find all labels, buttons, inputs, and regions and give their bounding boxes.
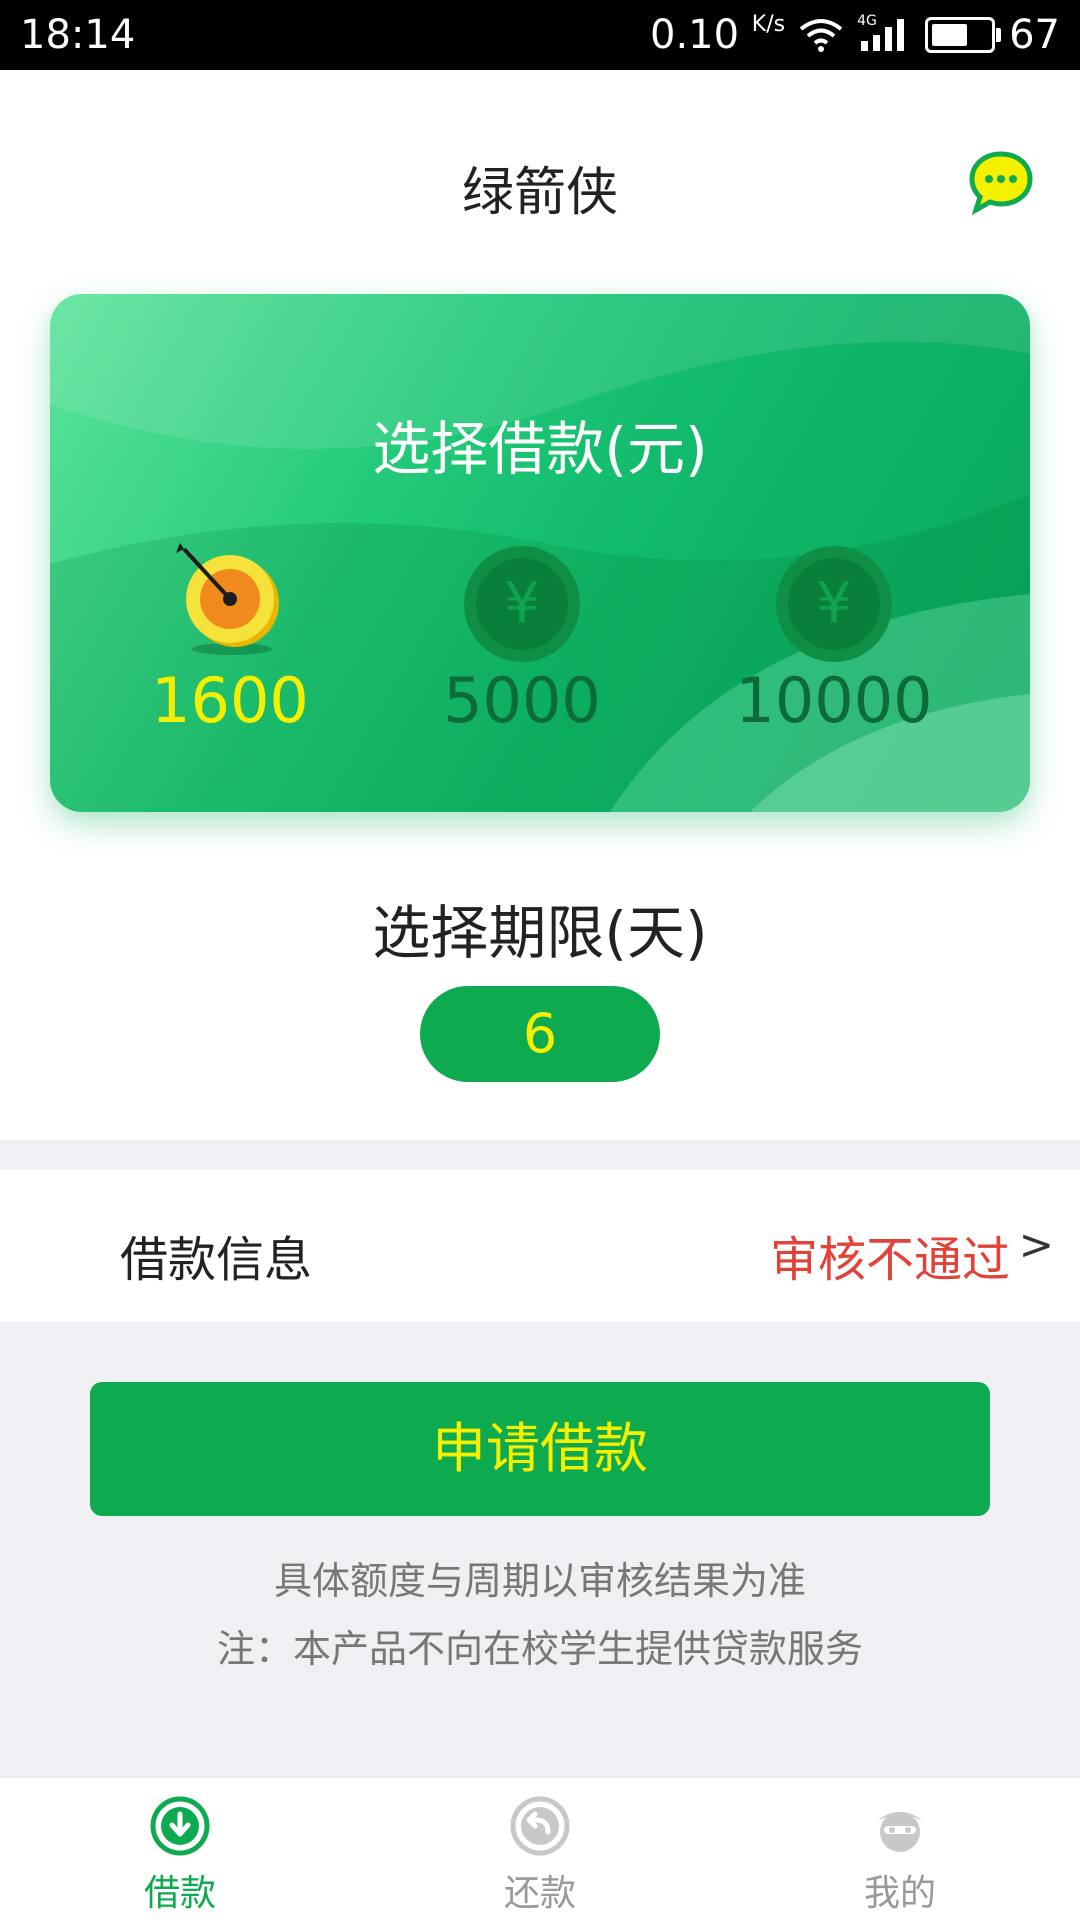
tab-mine-label: 我的: [863, 1873, 936, 1914]
chevron-right-icon: >: [1018, 1220, 1054, 1269]
select-amount-title: 选择借款(元): [372, 415, 708, 483]
return-circle-icon: [510, 1796, 570, 1856]
yuan-symbol: ¥: [816, 571, 852, 636]
disclaimer-note: 具体额度与周期以审核结果为准: [273, 1559, 806, 1603]
target-arrow-icon[interactable]: [170, 539, 290, 659]
cell-signal-icon: 4G: [857, 13, 911, 53]
loan-amount-card: 选择借款(元) 1600 ¥ 5000 ¥ 10000: [50, 294, 1030, 812]
review-status: 审核不通过: [769, 1232, 1010, 1288]
student-note: 注：本产品不向在校学生提供贷款服务: [216, 1627, 863, 1671]
amount-option-10000[interactable]: 10000: [714, 664, 954, 737]
tab-repay[interactable]: 还款: [440, 1778, 640, 1922]
tab-borrow-label: 借款: [143, 1873, 216, 1914]
bottom-tab-bar: 借款 还款 我的: [0, 1776, 1080, 1922]
network-speed: 0.10 K/s: [650, 12, 785, 58]
wifi-icon: [799, 19, 843, 52]
loan-info-label: 借款信息: [120, 1232, 313, 1288]
tab-borrow[interactable]: 借款: [80, 1778, 280, 1922]
status-time: 18:14: [20, 12, 136, 58]
network-speed-value: 0.10: [650, 12, 740, 58]
tab-repay-label: 还款: [503, 1873, 576, 1914]
yuan-symbol: ¥: [504, 571, 540, 636]
battery-percent: 67: [1009, 12, 1060, 58]
battery-icon: [925, 17, 1002, 53]
tab-mine[interactable]: 我的: [800, 1778, 1000, 1922]
profile-icon: [878, 1812, 922, 1852]
amount-option-5000[interactable]: 5000: [402, 664, 642, 737]
status-right: 0.10 K/s 4G 67: [650, 12, 1060, 58]
chat-bubble-icon[interactable]: [968, 150, 1034, 216]
download-circle-icon: [150, 1796, 210, 1856]
status-bar: 18:14 0.10 K/s 4G 67: [0, 0, 1080, 70]
page-title: 绿箭侠: [461, 163, 618, 223]
amount-option-1600[interactable]: 1600: [110, 664, 350, 737]
network-speed-unit: K/s: [751, 12, 786, 37]
yuan-coin-icon[interactable]: ¥: [462, 544, 582, 664]
loan-info-row[interactable]: 借款信息 审核不通过 >: [0, 1170, 1080, 1322]
period-selector[interactable]: 6: [420, 986, 660, 1082]
section-divider: [0, 1140, 1080, 1170]
apply-loan-button[interactable]: 申请借款: [90, 1382, 990, 1516]
select-period-title: 选择期限(天): [372, 899, 708, 967]
yuan-coin-icon[interactable]: ¥: [774, 544, 894, 664]
